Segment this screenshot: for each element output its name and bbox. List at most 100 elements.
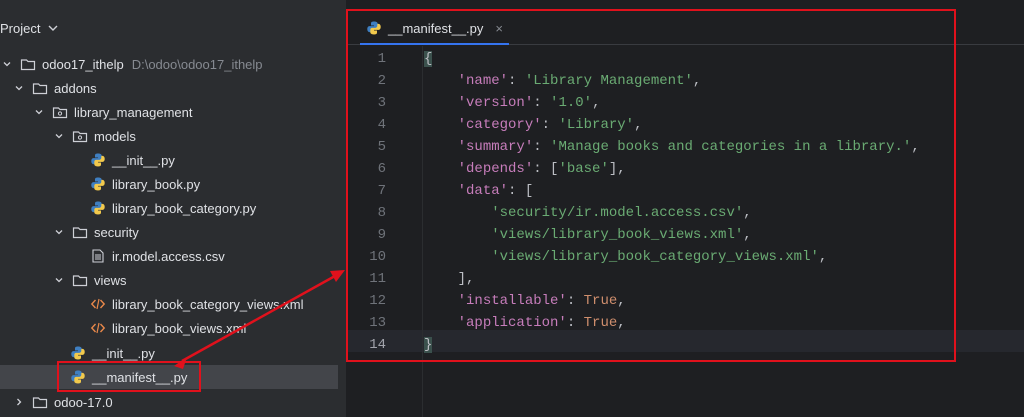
keyword-value: True (583, 293, 618, 309)
code-line-10[interactable]: 'views/library_book_category_views.xml', (424, 246, 827, 268)
tree-item-manifest[interactable]: __manifest__.py (0, 365, 338, 389)
indent-guide (422, 46, 423, 417)
tree-item-ir-model-access[interactable]: ir.model.access.csv (90, 244, 225, 268)
tree-item-library-management[interactable]: library_management (32, 100, 193, 124)
python-file-icon (366, 20, 382, 36)
chevron-down-icon[interactable] (52, 273, 66, 287)
code-line-4[interactable]: 'category': 'Library', (424, 114, 643, 136)
chevron-down-icon[interactable] (12, 81, 26, 95)
dict-key: 'summary' (457, 139, 534, 155)
string-value: 'Library' (558, 117, 635, 133)
python-file-icon (90, 152, 106, 168)
tree-item-addons[interactable]: addons (12, 76, 97, 100)
line-number: 11 (369, 271, 386, 287)
keyword-value: True (583, 315, 618, 331)
xml-file-icon (90, 320, 106, 336)
python-file-icon (90, 200, 106, 216)
tree-item-label: library_book_category.py (112, 200, 257, 216)
string-value: 'base' (558, 161, 609, 177)
tree-item-odoo-17[interactable]: odoo-17.0 (12, 390, 113, 414)
folder-icon (20, 56, 36, 72)
line-number: 5 (377, 139, 386, 155)
csv-file-icon (90, 248, 106, 264)
tree-item-path: D:\odoo\odoo17_ithelp (131, 56, 263, 72)
tree-item-security[interactable]: security (52, 220, 139, 244)
code-line-7[interactable]: 'data': [ (424, 180, 534, 202)
tree-item-label: library_book_category_views.xml (112, 296, 304, 312)
close-brace: } (424, 337, 433, 353)
dict-key: 'version' (457, 95, 534, 111)
tree-item-library-book-category-py[interactable]: library_book_category.py (90, 196, 256, 220)
folder-icon (72, 272, 88, 288)
code-line-13[interactable]: 'application': True, (424, 312, 626, 334)
tree-item-label: ir.model.access.csv (112, 248, 225, 264)
dict-key: 'name' (457, 73, 509, 89)
line-number: 1 (377, 51, 386, 67)
python-file-icon (90, 176, 106, 192)
tree-item-label: views (94, 272, 127, 288)
tree-item-label: __init__.py (112, 152, 175, 168)
string-value: '1.0' (550, 95, 593, 111)
tree-item-label: security (94, 224, 139, 240)
project-panel-header[interactable]: Project (0, 15, 60, 41)
line-number: 8 (377, 205, 386, 221)
code-line-8[interactable]: 'security/ir.model.access.csv', (424, 202, 751, 224)
dict-key: 'category' (457, 117, 542, 133)
folder-icon (72, 224, 88, 240)
tab-label: __manifest__.py (388, 20, 484, 36)
code-line-14[interactable]: } (424, 334, 433, 356)
line-number: 9 (377, 227, 386, 243)
string-value: 'views/library_book_category_views.xml' (491, 249, 819, 265)
project-panel: Project odoo17_ithelp D:\odoo\odoo17_ith… (0, 0, 346, 417)
tree-item-label: library_book_views.xml (112, 320, 247, 336)
line-number: 2 (377, 73, 386, 89)
line-number: 3 (377, 95, 386, 111)
tree-item-models-init[interactable]: __init__.py (90, 148, 175, 172)
line-number: 12 (369, 293, 386, 309)
tree-item-book-views-xml[interactable]: library_book_views.xml (90, 316, 246, 340)
code-line-5[interactable]: 'summary': 'Manage books and categories … (424, 136, 920, 158)
code-editor: __manifest__.py × 1 2 3 4 5 6 7 8 9 10 1… (346, 0, 1024, 417)
code-line-12[interactable]: 'installable': True, (424, 290, 626, 312)
folder-icon (32, 80, 48, 96)
tree-item-views[interactable]: views (52, 268, 127, 292)
folder-icon (32, 394, 48, 410)
tree-item-category-views-xml[interactable]: library_book_category_views.xml (90, 292, 303, 316)
tree-item-label: __init__.py (92, 345, 155, 361)
code-line-3[interactable]: 'version': '1.0', (424, 92, 601, 114)
tree-item-odoo17-ithelp[interactable]: odoo17_ithelp D:\odoo\odoo17_ithelp (0, 52, 263, 76)
close-bracket: ], (457, 271, 475, 287)
chevron-down-icon[interactable] (52, 225, 66, 239)
tree-item-label: odoo17_ithelp (42, 56, 124, 72)
chevron-down-icon[interactable] (46, 21, 60, 35)
python-file-icon (70, 345, 86, 361)
tree-item-label: library_management (74, 104, 193, 120)
tree-item-library-book-py[interactable]: library_book.py (90, 172, 200, 196)
tree-item-label: __manifest__.py (92, 369, 188, 385)
string-value: 'views/library_book_views.xml' (491, 227, 744, 243)
tree-item-models[interactable]: models (52, 124, 136, 148)
tab-manifest[interactable]: __manifest__.py × (360, 12, 509, 45)
line-number: 7 (377, 183, 386, 199)
tree-item-label: odoo-17.0 (54, 394, 113, 410)
code-line-9[interactable]: 'views/library_book_views.xml', (424, 224, 751, 246)
dict-key: 'depends' (457, 161, 534, 177)
line-number-current: 14 (369, 337, 386, 353)
chevron-right-icon[interactable] (12, 395, 26, 409)
xml-file-icon (90, 296, 106, 312)
tree-item-label: addons (54, 80, 97, 96)
tree-item-library-init[interactable]: __init__.py (70, 341, 155, 365)
chevron-down-icon[interactable] (0, 57, 14, 71)
code-line-11[interactable]: ], (424, 268, 475, 290)
line-number: 13 (369, 315, 386, 331)
line-number: 6 (377, 161, 386, 177)
code-line-2[interactable]: 'name': 'Library Management', (424, 70, 702, 92)
code-line-1[interactable]: { (424, 48, 433, 70)
package-folder-icon (52, 104, 68, 120)
close-icon[interactable]: × (495, 21, 503, 36)
code-line-6[interactable]: 'depends': ['base'], (424, 158, 626, 180)
chevron-down-icon[interactable] (52, 129, 66, 143)
chevron-down-icon[interactable] (32, 105, 46, 119)
package-folder-icon (72, 128, 88, 144)
editor-tab-bar: __manifest__.py × (346, 12, 1024, 45)
